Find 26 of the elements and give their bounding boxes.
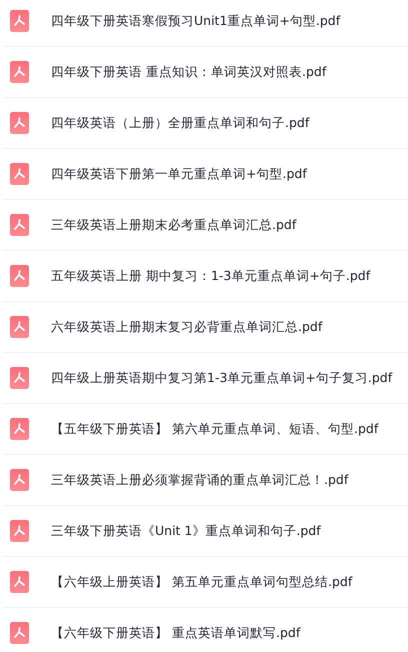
pdf-file-icon — [10, 163, 29, 185]
file-link[interactable]: 三年级英语上册必须掌握背诵的重点单词汇总！.pdf — [51, 470, 348, 490]
file-link[interactable]: 四年级英语（上册）全册重点单词和句子.pdf — [51, 114, 310, 132]
pdf-file-icon — [10, 367, 29, 389]
file-link[interactable]: 四年级上册英语期中复习第1-3单元重点单词+句子复习.pdf — [51, 368, 392, 388]
pdf-file-icon — [10, 61, 29, 83]
pdf-file-icon — [10, 316, 29, 338]
pdf-file-icon — [10, 112, 29, 134]
pdf-file-icon — [10, 265, 29, 287]
file-link[interactable]: 五年级英语上册 期中复习：1-3单元重点单词+句子.pdf — [51, 266, 370, 286]
pdf-file-icon — [10, 520, 29, 542]
file-link[interactable]: 【六年级上册英语】 第五单元重点单词句型总结.pdf — [51, 572, 352, 592]
pdf-file-icon — [10, 214, 29, 236]
file-link[interactable]: 六年级英语上册期末复习必背重点单词汇总.pdf — [51, 318, 322, 336]
file-link[interactable]: 【五年级下册英语】 第六单元重点单词、短语、句型.pdf — [51, 420, 378, 438]
file-link[interactable]: 三年级英语上册期末必考重点单词汇总.pdf — [51, 216, 296, 234]
file-link[interactable]: 四年级下册英语 重点知识：单词英汉对照表.pdf — [51, 62, 326, 82]
file-link[interactable]: 三年级下册英语《Unit 1》重点单词和句子.pdf — [51, 522, 321, 540]
pdf-file-icon — [10, 571, 29, 593]
pdf-file-icon — [10, 10, 29, 32]
pdf-file-icon — [10, 622, 29, 644]
file-link[interactable]: 【六年级下册英语】 重点英语单词默写.pdf — [51, 624, 300, 642]
file-link[interactable]: 四年级英语下册第一单元重点单词+句型.pdf — [51, 164, 307, 184]
file-link[interactable]: 四年级下册英语寒假预习Unit1重点单词+句型.pdf — [51, 12, 340, 30]
pdf-file-icon — [10, 418, 29, 440]
pdf-file-icon — [10, 469, 29, 491]
